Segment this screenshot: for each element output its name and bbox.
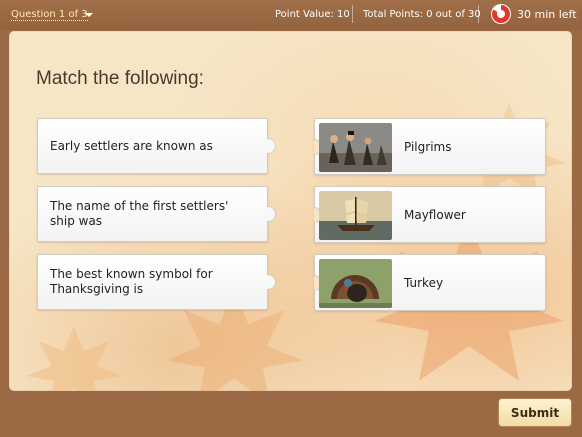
- divider: [352, 5, 353, 23]
- time-remaining: 30 min left: [517, 8, 577, 21]
- submit-button[interactable]: Submit: [498, 398, 572, 427]
- divider: [478, 5, 479, 23]
- total-points: Total Points: 0 out of 30: [363, 9, 481, 20]
- match-right-text: Pilgrims: [404, 139, 452, 154]
- connector-knob: [267, 138, 276, 154]
- ship-image: [319, 191, 392, 240]
- pilgrims-image: [319, 123, 392, 172]
- match-left-text: The best known symbol for Thanksgiving i…: [50, 267, 213, 296]
- match-left-text: The name of the first settlers' ship was: [50, 199, 229, 228]
- match-right-text: Mayflower: [404, 207, 466, 222]
- timer-icon: [491, 4, 511, 24]
- question-selector[interactable]: Question 1 of 3: [11, 9, 88, 21]
- chevron-down-icon[interactable]: [85, 13, 93, 17]
- match-left-item[interactable]: Early settlers are known as: [37, 118, 276, 174]
- connector-knob: [267, 274, 276, 290]
- leaf-decoration-icon: [26, 326, 122, 391]
- point-value: Point Value: 10: [275, 9, 350, 20]
- match-left-item[interactable]: The name of the first settlers' ship was: [37, 186, 276, 242]
- top-bar: Question 1 of 3 Point Value: 10 Total Po…: [0, 0, 582, 30]
- connector-knob: [267, 206, 276, 222]
- match-left-text: Early settlers are known as: [50, 138, 213, 153]
- match-right-text: Turkey: [404, 275, 444, 290]
- match-left-item[interactable]: The best known symbol for Thanksgiving i…: [37, 254, 276, 310]
- question-panel: Match the following: Early settlers are …: [9, 31, 572, 391]
- match-right-item[interactable]: Turkey: [314, 254, 546, 311]
- turkey-image: [319, 259, 392, 308]
- question-title: Match the following:: [36, 68, 204, 89]
- match-right-item[interactable]: Mayflower: [314, 186, 546, 243]
- match-right-item[interactable]: Pilgrims: [314, 118, 546, 175]
